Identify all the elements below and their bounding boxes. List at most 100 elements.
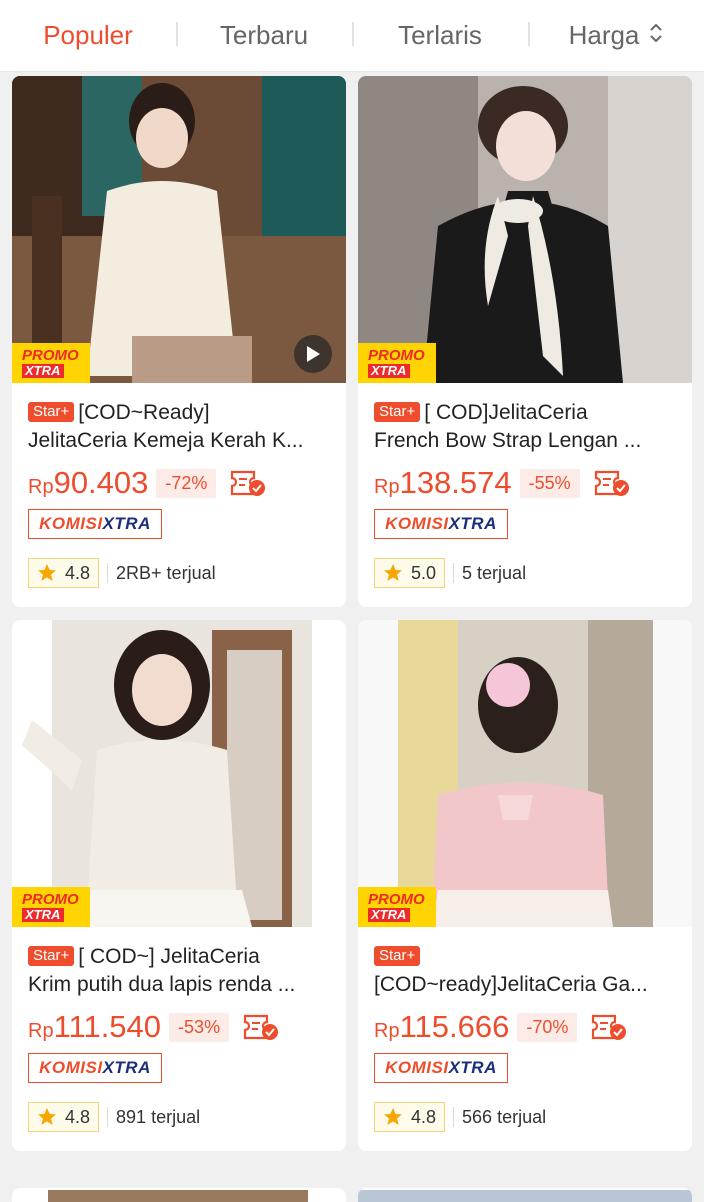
star-icon xyxy=(38,564,56,581)
price-amount: 90.403 xyxy=(53,465,149,500)
price-row: Rp90.403 -72% xyxy=(28,465,332,501)
voucher-check-icon xyxy=(591,1013,627,1041)
video-play-icon[interactable] xyxy=(294,335,332,373)
sort-bar: Populer Terbaru Terlaris Harga xyxy=(0,0,704,72)
currency: Rp xyxy=(28,476,54,498)
promo-badge-line2: XTRA xyxy=(368,364,410,378)
star-plus-badge: Star+ xyxy=(374,946,421,966)
product-image[interactable]: PROMO XTRA xyxy=(12,620,346,927)
meta-row: 4.8 2RB+ terjual xyxy=(28,557,332,589)
title-line: French Bow Strap Lengan ... xyxy=(374,429,642,452)
rating-value: 4.8 xyxy=(65,562,91,583)
price-amount: 111.540 xyxy=(53,1009,162,1044)
title-line: [COD~ready]JelitaCeria Ga... xyxy=(374,973,648,996)
product-info: Star+ [COD~ready]JelitaCeria Ga... Rp115… xyxy=(374,943,678,1133)
title-line: [ COD]JelitaCeria xyxy=(424,401,588,424)
currency: Rp xyxy=(28,1020,54,1042)
voucher-check-icon xyxy=(230,469,266,497)
product-price: Rp90.403 xyxy=(28,465,148,501)
discount-badge: -53% xyxy=(169,1012,230,1042)
sort-tab-harga[interactable]: Harga xyxy=(528,0,704,72)
komisi-xtra-badge: KOMISI XTRA xyxy=(374,509,508,539)
sort-tab-label: Terbaru xyxy=(219,20,309,50)
product-card[interactable]: PROMO XTRA Star+[ COD]JelitaCeria French… xyxy=(358,76,692,607)
product-title: Star+ [COD~ready]JelitaCeria Ga... xyxy=(374,943,678,999)
sort-tab-label: Populer xyxy=(43,20,133,50)
product-card[interactable]: PROMO XTRA Star+ [COD~Ready] JelitaCeria … xyxy=(12,76,346,607)
sold-count: 891 terjual xyxy=(107,1107,200,1127)
rating-badge: 4.8 xyxy=(28,558,100,588)
voucher-check-icon xyxy=(243,1013,279,1041)
komisi-part1: KOMISI xyxy=(39,514,103,533)
rating-badge: 4.8 xyxy=(28,1102,100,1132)
sort-tab-terbaru[interactable]: Terbaru xyxy=(176,0,352,72)
rating-badge: 5.0 xyxy=(374,558,446,588)
meta-row: 5.0 5 terjual xyxy=(374,557,678,589)
product-price: Rp138.574 xyxy=(374,465,512,501)
promo-badge-line1: PROMO xyxy=(368,347,425,364)
product-image[interactable]: PROMO XTRA xyxy=(12,76,346,383)
sold-count: 566 terjual xyxy=(453,1107,546,1127)
promo-badge-line2: XTRA xyxy=(22,364,64,378)
title-line: JelitaCeria Kemeja Kerah K... xyxy=(28,429,304,452)
product-card[interactable]: PROMO XTRA Star+ [COD~ready]JelitaCeria … xyxy=(358,620,692,1151)
komisi-part1: KOMISI xyxy=(385,1058,449,1077)
product-price: Rp115.666 xyxy=(374,1009,509,1045)
star-icon xyxy=(384,564,402,581)
komisi-xtra-badge: KOMISI XTRA xyxy=(28,509,162,539)
title-line: [COD~Ready] xyxy=(78,401,210,424)
product-image[interactable]: PROMO XTRA xyxy=(358,620,692,927)
price-row: Rp138.574 -55% xyxy=(374,465,678,501)
komisi-part1: KOMISI xyxy=(385,514,449,533)
price-amount: 115.666 xyxy=(399,1009,510,1044)
price-row: Rp115.666 -70% xyxy=(374,1009,678,1045)
komisi-xtra-badge: KOMISI XTRA xyxy=(28,1053,162,1083)
star-plus-badge: Star+ xyxy=(374,402,421,422)
meta-row: 4.8 891 terjual xyxy=(28,1101,332,1133)
star-plus-badge: Star+ xyxy=(28,402,75,422)
price-row: Rp111.540 -53% xyxy=(28,1009,332,1045)
currency: Rp xyxy=(374,476,400,498)
star-icon xyxy=(384,1108,402,1125)
promo-badge-line1: PROMO xyxy=(22,891,79,908)
rating-value: 5.0 xyxy=(411,562,437,583)
discount-badge: -55% xyxy=(519,468,580,498)
product-price: Rp111.540 xyxy=(28,1009,161,1045)
product-image[interactable]: PROMO XTRA xyxy=(358,76,692,383)
meta-row: 4.8 566 terjual xyxy=(374,1101,678,1133)
sort-tab-terlaris[interactable]: Terlaris xyxy=(352,0,528,72)
promo-xtra-badge: PROMO XTRA xyxy=(358,887,436,927)
rating-value: 4.8 xyxy=(65,1106,91,1127)
komisi-part2: XTRA xyxy=(448,1058,497,1077)
product-info: Star+ [COD~Ready] JelitaCeria Kemeja Kera… xyxy=(28,399,332,589)
product-info: Star+[ COD]JelitaCeria French Bow Strap … xyxy=(374,399,678,589)
sort-tab-label: Terlaris xyxy=(398,20,482,50)
discount-badge: -72% xyxy=(156,468,217,498)
komisi-part2: XTRA xyxy=(102,514,151,533)
komisi-xtra-badge: KOMISI XTRA xyxy=(374,1053,508,1083)
currency: Rp xyxy=(374,1020,400,1042)
title-line: Krim putih dua lapis renda ... xyxy=(28,973,296,996)
title-line: [ COD~] JelitaCeria xyxy=(78,945,260,968)
promo-badge-line1: PROMO xyxy=(22,347,79,364)
sort-updown-icon xyxy=(649,20,663,51)
price-amount: 138.574 xyxy=(399,465,512,500)
promo-xtra-badge: PROMO XTRA xyxy=(12,343,90,383)
product-info: Star+[ COD~] JelitaCeria Krim putih dua … xyxy=(28,943,332,1133)
promo-badge-line2: XTRA xyxy=(22,908,64,922)
product-title: Star+[ COD]JelitaCeria French Bow Strap … xyxy=(374,399,678,455)
product-title: Star+[ COD~] JelitaCeria Krim putih dua … xyxy=(28,943,332,999)
promo-xtra-badge: PROMO XTRA xyxy=(12,887,90,927)
voucher-check-icon xyxy=(594,469,630,497)
sold-count: 2RB+ terjual xyxy=(107,563,216,583)
sort-tab-populer[interactable]: Populer xyxy=(0,0,176,72)
discount-badge: -70% xyxy=(517,1012,578,1042)
promo-badge-line1: PROMO xyxy=(368,891,425,908)
komisi-part1: KOMISI xyxy=(39,1058,103,1077)
sold-count: 5 terjual xyxy=(453,563,526,583)
promo-badge-line2: XTRA xyxy=(368,908,410,922)
rating-badge: 4.8 xyxy=(374,1102,446,1132)
product-card[interactable]: PROMO XTRA Star+[ COD~] JelitaCeria Krim… xyxy=(12,620,346,1151)
star-plus-badge: Star+ xyxy=(28,946,75,966)
rating-value: 4.8 xyxy=(411,1106,437,1127)
